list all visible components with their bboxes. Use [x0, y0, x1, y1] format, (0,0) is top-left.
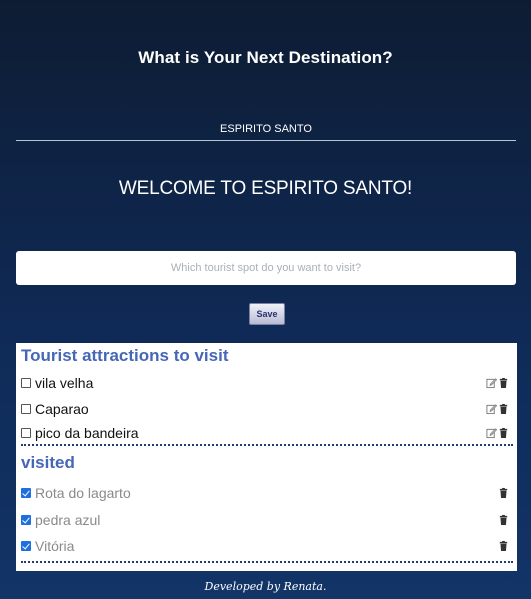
row-actions [498, 487, 509, 499]
trash-icon[interactable] [498, 377, 509, 389]
trash-icon[interactable] [498, 514, 509, 526]
attractions-panel: Tourist attractions to visit vila velha … [16, 343, 517, 571]
visited-item: pedra azul [21, 510, 513, 530]
to-visit-item: Caparao [21, 399, 513, 419]
row-actions [498, 540, 509, 552]
app-root: What is Your Next Destination? ESPIRITO … [0, 0, 531, 599]
to-visit-label: vila velha [35, 375, 94, 391]
visited-label: Rota do lagarto [35, 485, 131, 501]
save-button[interactable]: Save [249, 303, 285, 325]
visited-checkbox[interactable] [21, 541, 31, 551]
welcome-heading: WELCOME TO ESPIRITO SANTO! [118, 178, 413, 199]
row-actions [486, 403, 509, 415]
trash-icon[interactable] [498, 427, 509, 439]
section-divider [21, 444, 513, 446]
trash-icon[interactable] [498, 487, 509, 499]
row-actions [486, 377, 509, 389]
to-visit-label: pico da bandeira [35, 425, 139, 441]
visited-checkbox[interactable] [21, 515, 31, 525]
visited-checkbox[interactable] [21, 488, 31, 498]
edit-icon[interactable] [486, 377, 497, 389]
to-visit-checkbox[interactable] [21, 404, 31, 414]
tourist-spot-input[interactable] [16, 251, 516, 285]
visited-label: Vitória [35, 538, 75, 554]
visited-item: Vitória [21, 536, 513, 556]
row-actions [498, 514, 509, 526]
edit-icon[interactable] [486, 427, 497, 439]
to-visit-item: pico da bandeira [21, 423, 513, 443]
section-divider [21, 561, 513, 563]
edit-icon[interactable] [486, 403, 497, 415]
to-visit-checkbox[interactable] [21, 428, 31, 438]
visited-item: Rota do lagarto [21, 483, 513, 503]
footer-credit: Developed by Renata. [204, 580, 327, 593]
trash-icon[interactable] [498, 403, 509, 415]
to-visit-label: Caparao [35, 401, 89, 417]
visited-label: pedra azul [35, 512, 101, 528]
to-visit-checkbox[interactable] [21, 378, 31, 388]
destination-field[interactable]: ESPIRITO SANTO [16, 120, 516, 141]
to-visit-item: vila velha [21, 373, 513, 393]
to-visit-heading: Tourist attractions to visit [21, 346, 229, 365]
page-title: What is Your Next Destination? [138, 48, 393, 67]
visited-heading: visited [21, 453, 75, 472]
row-actions [486, 427, 509, 439]
trash-icon[interactable] [498, 540, 509, 552]
